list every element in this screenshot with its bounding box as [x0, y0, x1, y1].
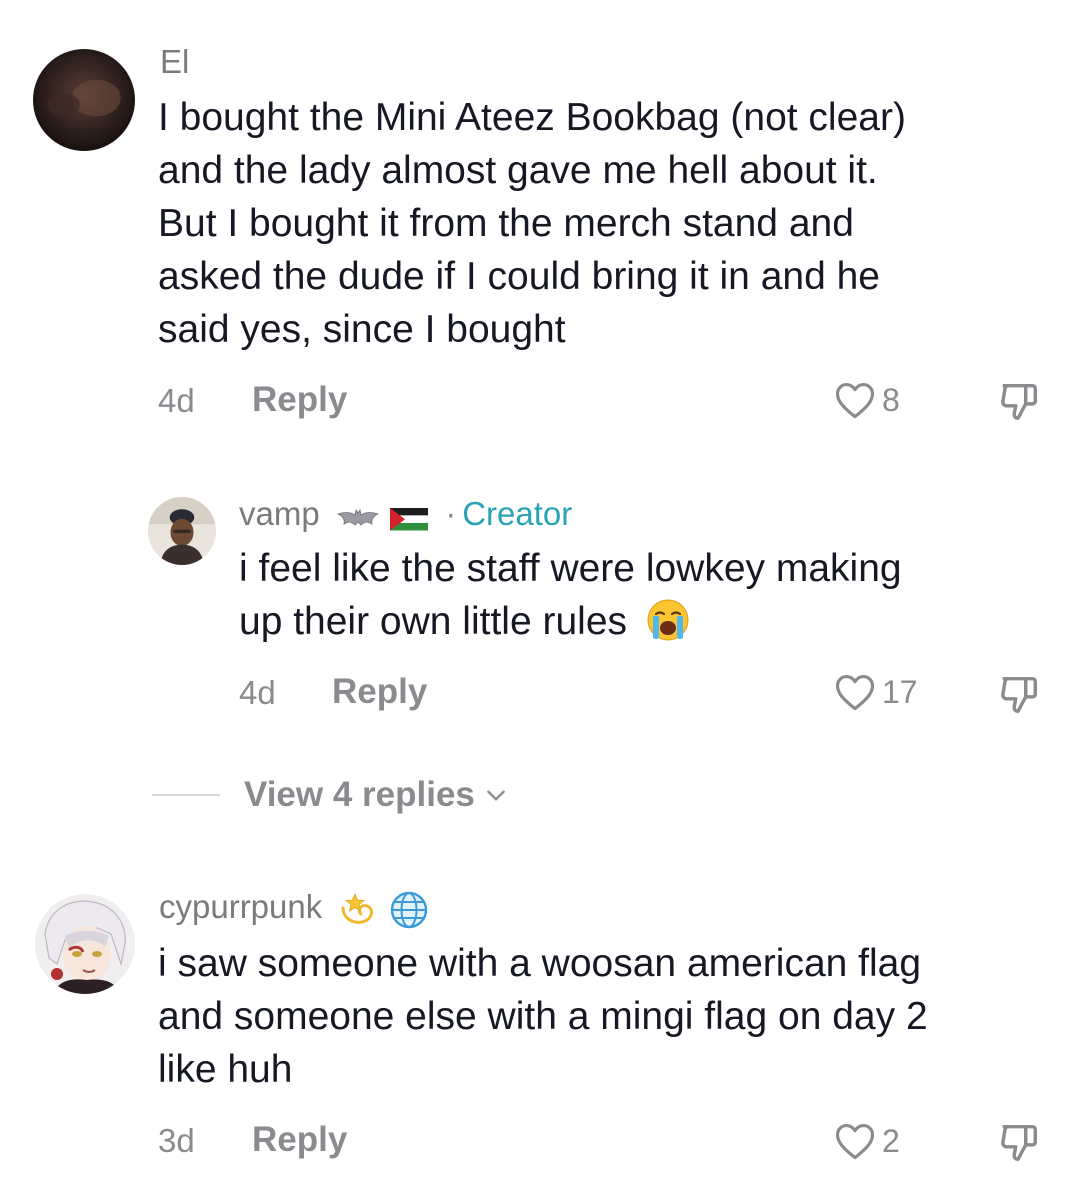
- like-button[interactable]: 8: [834, 380, 900, 420]
- username-badges: [339, 888, 428, 930]
- comment-text-line: said yes, since I bought: [158, 308, 566, 351]
- username[interactable]: cypurrpunk: [159, 888, 322, 925]
- thumbs-down-icon: [1001, 1124, 1038, 1161]
- palestine-flag-icon: [389, 507, 429, 531]
- dizzy-emoji-icon: [341, 893, 374, 925]
- comment-text-line: up their own little rules: [239, 600, 628, 643]
- thumbs-down-icon: [1001, 383, 1038, 420]
- thumbs-down-icon: [1001, 676, 1038, 713]
- heart-icon: [835, 1124, 875, 1160]
- view-replies-button[interactable]: View 4 replies: [244, 775, 475, 815]
- reply-button[interactable]: Reply: [252, 380, 347, 420]
- username-row: cypurrpunk: [159, 887, 429, 930]
- timestamp: 4d: [239, 674, 276, 711]
- heart-icon: [835, 383, 875, 419]
- like-count: 2: [882, 1122, 900, 1159]
- comment-text-line: i feel like the staff were lowkey making: [239, 547, 902, 590]
- dislike-button[interactable]: [996, 671, 1042, 722]
- reply-button[interactable]: Reply: [252, 1120, 347, 1160]
- heart-icon: [835, 675, 875, 711]
- dislike-button[interactable]: [996, 1119, 1042, 1170]
- avatar-image: [33, 49, 135, 151]
- like-button[interactable]: 2: [834, 1121, 900, 1161]
- separator-dot: ·: [445, 495, 457, 532]
- avatar[interactable]: [33, 49, 135, 151]
- comment-text-line: I bought the Mini Ateez Bookbag (not cle…: [158, 96, 906, 139]
- comment-text-line: like huh: [158, 1048, 293, 1091]
- comment-text-line: asked the dude if I could bring it in an…: [158, 255, 880, 298]
- like-count: 8: [882, 381, 900, 418]
- avatar-image: [148, 497, 216, 565]
- chevron-down-icon: [487, 790, 505, 801]
- avatar-image: [35, 894, 135, 994]
- divider: [152, 794, 220, 796]
- view-replies-row[interactable]: View 4 replies: [152, 775, 509, 815]
- comment-text-line: But I bought it from the merch stand and: [158, 202, 854, 245]
- creator-badge: Creator: [462, 495, 573, 532]
- avatar[interactable]: [35, 894, 135, 994]
- timestamp: 4d: [158, 382, 195, 419]
- like-button[interactable]: 17: [834, 672, 918, 712]
- username[interactable]: El: [160, 42, 189, 82]
- username-badges: [336, 496, 430, 536]
- timestamp: 3d: [158, 1122, 195, 1159]
- globe-emoji-icon: [390, 892, 427, 929]
- comment-text-line-row: up their own little rules: [239, 595, 690, 648]
- loudly-crying-face-icon: [647, 599, 689, 641]
- bat-emoji-icon: [336, 508, 379, 526]
- dislike-button[interactable]: [996, 378, 1042, 429]
- comment-text-line: i saw someone with a woosan american fla…: [158, 942, 922, 985]
- username-row: vamp · Creator: [239, 494, 572, 536]
- reply-button[interactable]: Reply: [332, 672, 427, 712]
- like-count: 17: [882, 673, 918, 710]
- username[interactable]: vamp: [239, 495, 320, 532]
- comment-text-line: and the lady almost gave me hell about i…: [158, 149, 878, 192]
- avatar[interactable]: [148, 497, 216, 565]
- comment-text-line: and someone else with a mingi flag on da…: [158, 995, 928, 1038]
